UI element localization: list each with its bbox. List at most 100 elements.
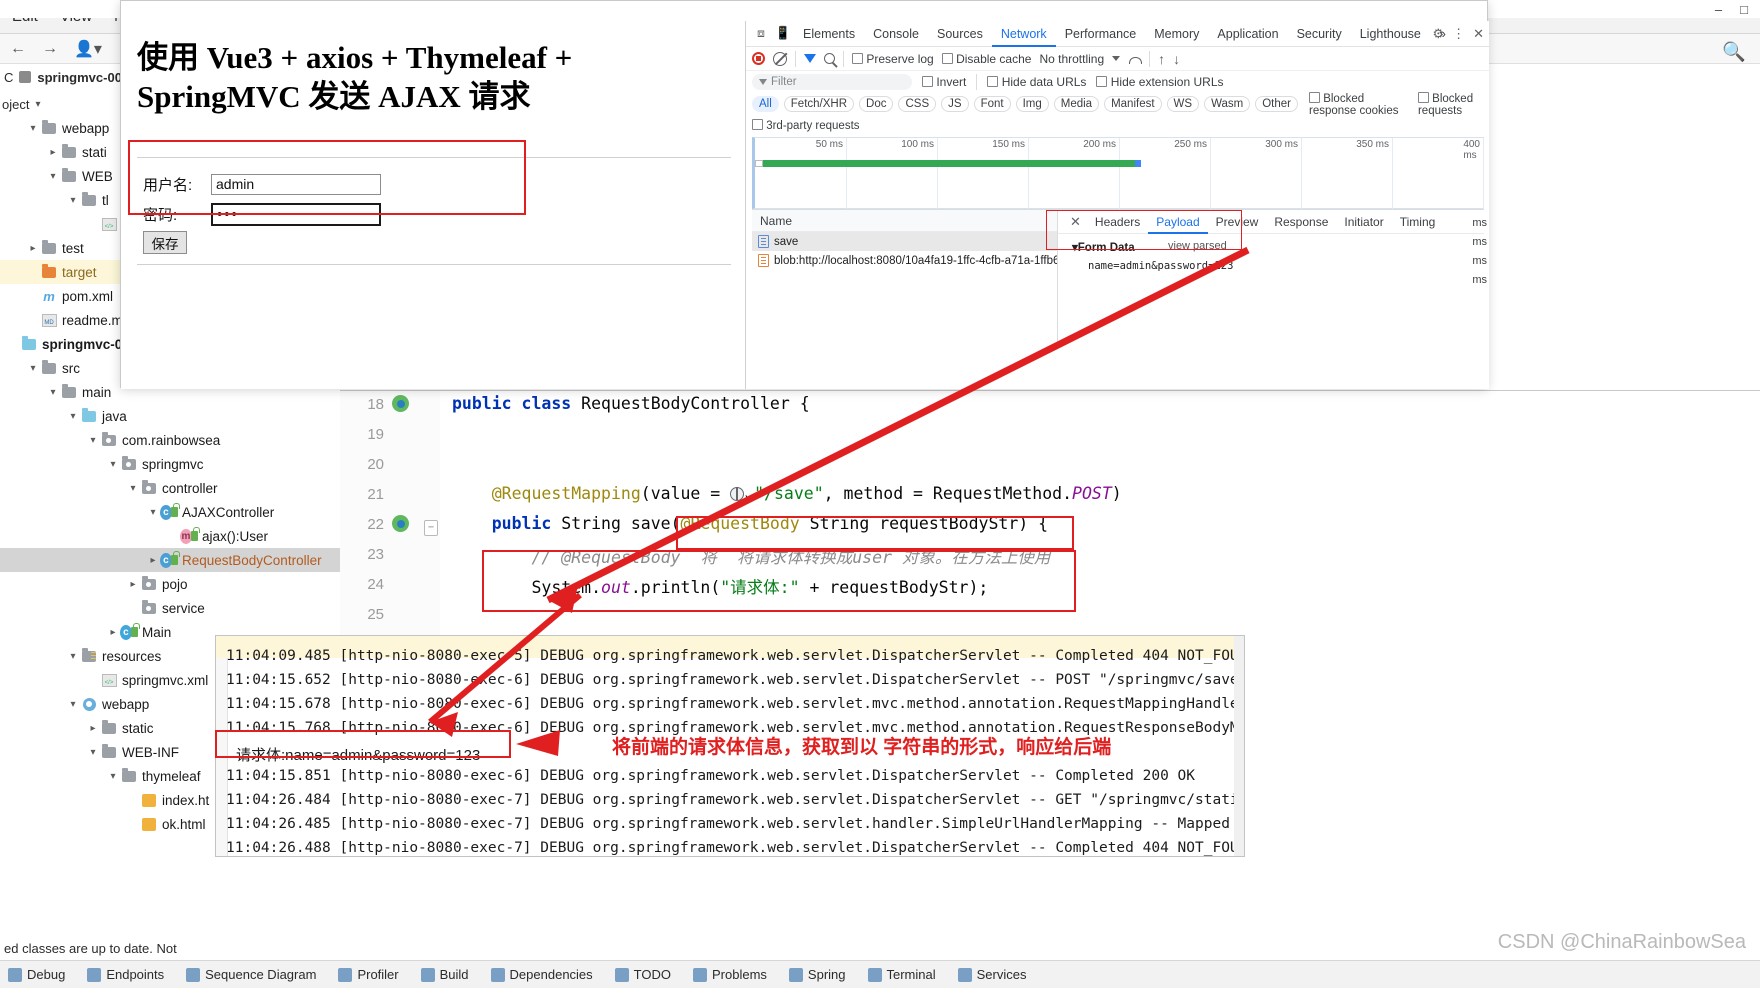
devtools-tabstrip[interactable]: ⧈ 📱 Elements Console Sources Network Perform… — [746, 21, 1490, 47]
tree-node[interactable]: m ajax():User — [0, 524, 340, 548]
close-devtools-icon[interactable]: ✕ — [1473, 26, 1484, 42]
tree-chevron-icon[interactable]: ▸ — [146, 555, 160, 566]
search-icon[interactable] — [824, 53, 835, 64]
network-request-row[interactable]: save — [752, 232, 1057, 251]
devtools-tab-application[interactable]: Application — [1208, 21, 1287, 47]
hide-extension-urls-checkbox[interactable]: Hide extension URLs — [1096, 75, 1224, 89]
filter-chip-other[interactable]: Other — [1255, 96, 1298, 112]
editor-line[interactable]: 25 — [340, 601, 1760, 631]
filter-chip-manifest[interactable]: Manifest — [1104, 96, 1162, 112]
code-editor[interactable]: 18 public class RequestBodyController {19… — [340, 390, 1760, 636]
devtools-tab-elements[interactable]: Elements — [794, 21, 864, 47]
tree-chevron-icon[interactable]: ▾ — [66, 411, 80, 422]
name-column-header[interactable]: Name — [752, 210, 1057, 232]
tree-node[interactable]: ▾ c AJAXController — [0, 500, 340, 524]
login-form[interactable]: 用户名: admin 密码: ••• 保存 — [143, 171, 613, 254]
tree-chevron-icon[interactable]: ▸ — [46, 147, 60, 158]
tool-window-dependencies[interactable]: Dependencies — [490, 967, 593, 982]
devtools-tab-security[interactable]: Security — [1288, 21, 1351, 47]
filter-chip-font[interactable]: Font — [973, 96, 1011, 112]
filter-chip-media[interactable]: Media — [1053, 96, 1100, 112]
back-icon[interactable]: ← — [10, 40, 26, 58]
third-party-requests-checkbox[interactable]: 3rd-party requests — [752, 118, 860, 132]
gutter-run-icon[interactable] — [392, 395, 409, 412]
detail-tab-initiator[interactable]: Initiator — [1336, 210, 1391, 234]
ide-tool-window-bar[interactable]: Debug Endpoints Sequence Diagram Profiler Bu… — [0, 960, 1760, 988]
tree-chevron-icon[interactable]: ▾ — [86, 435, 100, 446]
person-icon[interactable]: 👤▾ — [74, 39, 102, 59]
tree-chevron-icon[interactable]: ▾ — [46, 171, 60, 182]
password-input[interactable]: ••• — [211, 202, 381, 226]
tool-window-endpoints[interactable]: Endpoints — [87, 967, 164, 982]
tool-window-spring[interactable]: Spring — [788, 967, 846, 982]
detail-tabstrip[interactable]: ✕ Headers Payload Preview Response Initiator… — [1058, 210, 1484, 234]
filter-chip-css[interactable]: CSS — [898, 96, 937, 112]
import-har-icon[interactable]: ↑ — [1158, 51, 1165, 67]
editor-line[interactable]: 20 — [340, 451, 1760, 481]
detail-tab-timing[interactable]: Timing — [1392, 210, 1444, 234]
window-controls[interactable]: – □ — [1715, 2, 1748, 17]
tree-node[interactable]: ▸ c RequestBodyController — [0, 548, 340, 572]
project-view-selector[interactable]: oject ▾ — [0, 92, 41, 116]
network-controls-row[interactable]: Preserve log Disable cache No throttling… — [746, 47, 1490, 71]
filter-input[interactable]: Filter — [752, 74, 912, 90]
save-button[interactable]: 保存 — [143, 231, 187, 254]
clear-network-log-icon[interactable] — [773, 51, 787, 66]
filter-chip-doc[interactable]: Doc — [859, 96, 894, 112]
chevron-down-icon[interactable]: ▾ — [35, 99, 40, 110]
console-scrollbar[interactable] — [1234, 636, 1244, 856]
tool-window-problems[interactable]: Problems — [693, 967, 767, 982]
editor-line[interactable]: 19 — [340, 421, 1760, 451]
maximize-icon[interactable]: □ — [1740, 2, 1748, 17]
detail-tab-preview[interactable]: Preview — [1208, 210, 1267, 234]
request-detail-pane[interactable]: ✕ Headers Payload Preview Response Initiator… — [1057, 209, 1484, 349]
network-overview-timeline[interactable]: 50 ms 100 ms 150 ms 200 ms 250 ms 300 ms 350 m… — [752, 137, 1484, 210]
tree-chevron-icon[interactable]: ▾ — [26, 123, 40, 134]
third-party-row[interactable]: 3rd-party requests — [746, 115, 1490, 135]
network-filter-row[interactable]: Filter Invert Hide data URLs Hide extens… — [746, 71, 1490, 93]
editor-line[interactable]: 23 // @RequestBody 将 将请求体转换成user 对象。在方法上… — [340, 541, 1760, 571]
network-conditions-icon[interactable] — [1128, 54, 1143, 64]
blocked-response-cookies-checkbox[interactable]: Blocked response cookies — [1309, 91, 1413, 117]
tree-chevron-icon[interactable]: ▾ — [66, 195, 80, 206]
tree-chevron-icon[interactable]: ▾ — [106, 459, 120, 470]
browser-search-icon[interactable]: 🔍 — [1722, 40, 1746, 64]
filter-chip-wasm[interactable]: Wasm — [1204, 96, 1251, 112]
view-parsed-link[interactable]: view parsed — [1168, 240, 1227, 252]
tree-chevron-icon[interactable]: ▸ — [86, 723, 100, 734]
filter-chip-js[interactable]: JS — [941, 96, 969, 112]
tree-chevron-icon[interactable]: ▾ — [66, 699, 80, 710]
tool-window-sequence-diagram[interactable]: Sequence Diagram — [186, 967, 316, 982]
tree-node[interactable]: ▾ controller — [0, 476, 340, 500]
tree-chevron-icon[interactable]: ▾ — [146, 507, 160, 518]
hide-data-urls-checkbox[interactable]: Hide data URLs — [987, 75, 1086, 89]
tree-chevron-icon[interactable]: ▾ — [46, 387, 60, 398]
editor-line[interactable]: 18 public class RequestBodyController { — [340, 391, 1760, 421]
username-input[interactable]: admin — [211, 173, 381, 195]
network-request-list[interactable]: Name save blob:http://localhost:8080/10a4… — [752, 209, 1057, 349]
forward-icon[interactable]: → — [42, 40, 58, 58]
devtools-tab-memory[interactable]: Memory — [1145, 21, 1208, 47]
settings-gear-icon[interactable]: ⚙ — [1432, 26, 1444, 42]
tool-window-profiler[interactable]: Profiler — [338, 967, 399, 982]
preserve-log-checkbox[interactable]: Preserve log — [852, 52, 934, 66]
filter-chip-all[interactable]: All — [752, 96, 779, 112]
tree-node[interactable]: ▾ com.rainbowsea — [0, 428, 340, 452]
tool-window-debug[interactable]: Debug — [8, 967, 65, 982]
tree-chevron-icon[interactable]: ▸ — [26, 243, 40, 254]
devtools-panel[interactable]: ⧈ 📱 Elements Console Sources Network Perform… — [745, 21, 1490, 389]
more-options-icon[interactable]: ⋮ — [1452, 26, 1465, 42]
devtools-right-icons[interactable]: ⚙ ⋮ ✕ — [1432, 21, 1484, 47]
device-toolbar-icon[interactable]: 📱 — [772, 23, 794, 45]
tree-chevron-icon[interactable]: ▾ — [126, 483, 140, 494]
filter-chip-ws[interactable]: WS — [1166, 96, 1200, 112]
gutter-run-icon[interactable] — [392, 515, 409, 532]
form-data-header[interactable]: ▾Form Data — [1072, 240, 1135, 254]
network-request-row[interactable]: blob:http://localhost:8080/10a4fa19-1ffc… — [752, 251, 1057, 270]
export-har-icon[interactable]: ↓ — [1173, 51, 1180, 67]
chevron-down-icon[interactable] — [1112, 56, 1121, 61]
tree-chevron-icon[interactable]: ▾ — [106, 771, 120, 782]
tree-node[interactable]: ▾ springmvc — [0, 452, 340, 476]
minimize-icon[interactable]: – — [1715, 2, 1722, 17]
tree-chevron-icon[interactable]: ▸ — [126, 579, 140, 590]
